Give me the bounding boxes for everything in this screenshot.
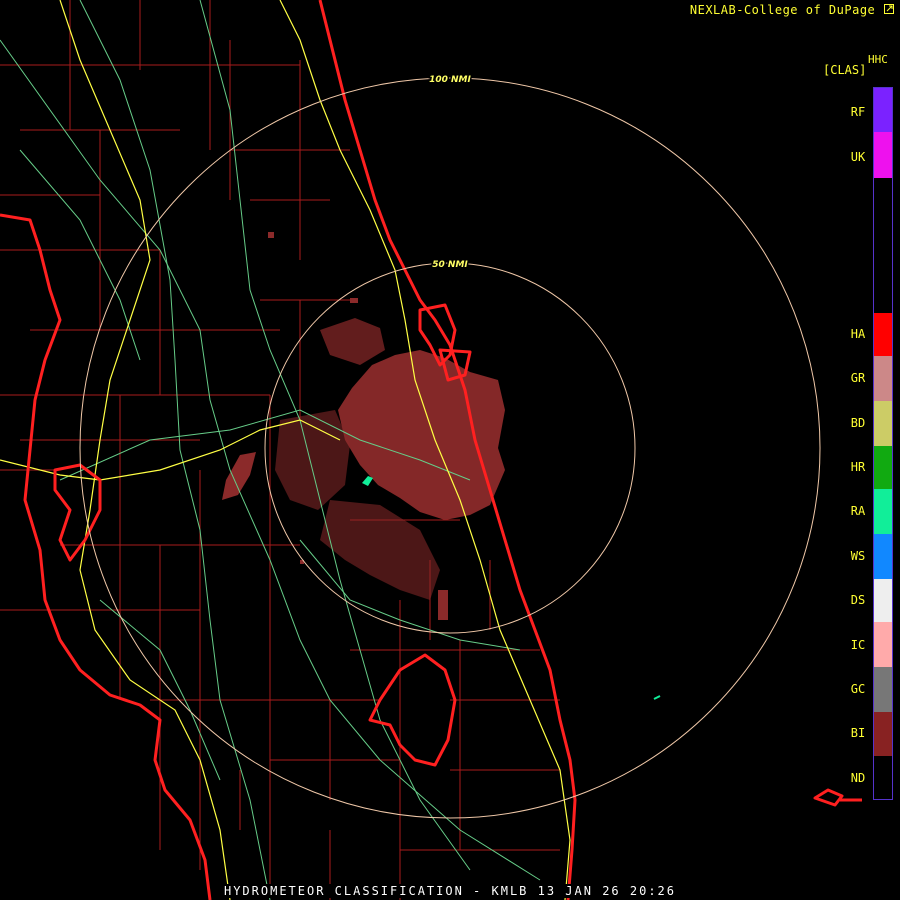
legend-label-ha: HA [850,327,866,341]
ring-50-nmi-label: 50 NMI [432,260,468,270]
legend-title-bottom: [CLAS] [823,63,867,77]
product-footer: HYDROMETEOR CLASSIFICATION - KMLB 13 JAN… [0,884,900,898]
credit-line[interactable]: NEXLAB-College of DuPage [690,3,894,17]
legend-title-top: HHC [868,53,888,66]
legend-label-hr: HR [850,460,866,474]
legend-label-ra: RA [850,504,866,518]
legend-label-bi: BI [850,726,866,740]
legend-label-ws: WS [850,549,866,563]
external-link-icon [884,4,894,14]
legend-label-gc: GC [850,682,866,696]
credit-text[interactable]: NEXLAB-College of DuPage [690,3,875,17]
legend-label-uk: UK [850,150,866,164]
rain-echo [362,476,373,486]
legend-label-gr: GR [850,371,866,385]
radar-map: 100 NMI 50 NMI [0,0,862,900]
legend-label-bd: BD [850,416,866,430]
ring-100-nmi-label: 100 NMI [429,75,471,85]
rain-echo-small [653,695,661,700]
legend-label-ic: IC [850,638,866,652]
legend-label-nd: ND [850,771,866,785]
legend-label-rf: RF [850,105,866,119]
radar-echoes [222,232,505,620]
product-title: HYDROMETEOR CLASSIFICATION - KMLB 13 JAN… [219,884,680,898]
legend-label-ds: DS [850,593,866,607]
